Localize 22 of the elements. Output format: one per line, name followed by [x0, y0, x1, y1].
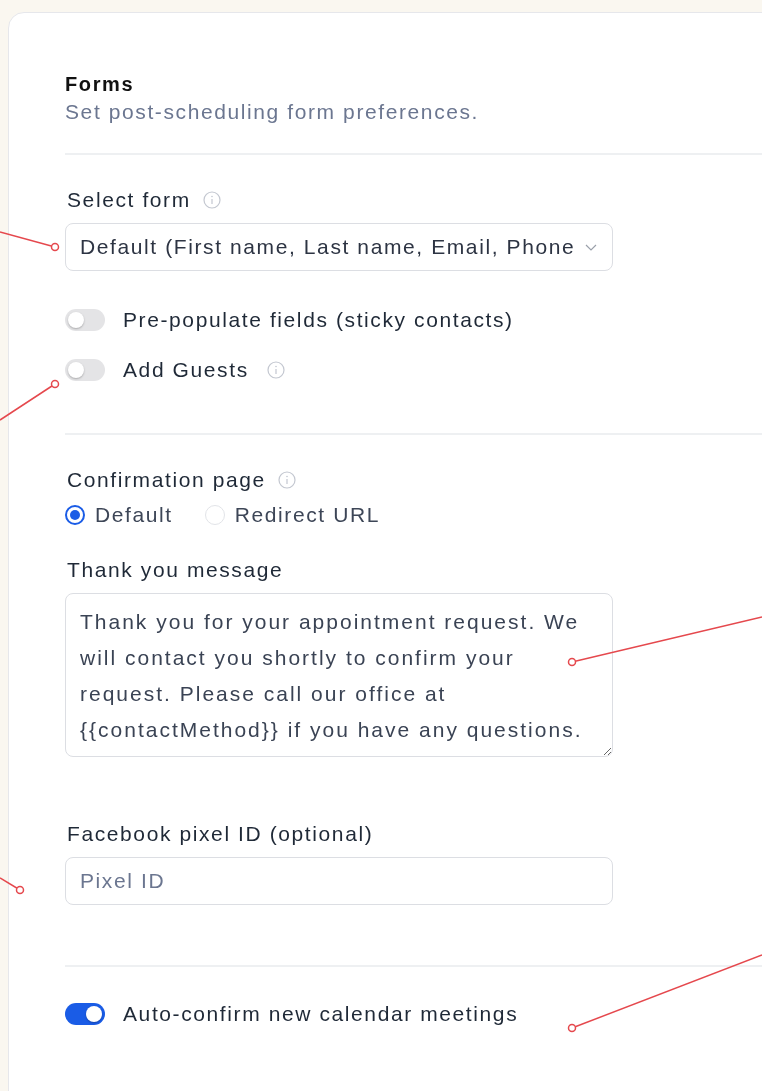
- message-field[interactable]: Thank you for your appointment request. We will contact you shortly to confirm your request. Please call our office at {{contactMethod}} if you have any questions.: [65, 593, 613, 757]
- field-label: Confirmation page: [67, 467, 266, 493]
- field-label: Thank you message: [67, 557, 284, 583]
- form-select[interactable]: Default (First name, Last name, Email, Phone: [65, 223, 613, 271]
- field-label: Facebook pixel ID (optional): [67, 821, 374, 847]
- info-icon: [202, 191, 221, 209]
- toggle-switch[interactable]: [65, 1003, 105, 1025]
- pixel-id-field[interactable]: Pixel ID: [65, 857, 613, 905]
- toggle-label: Add Guests: [123, 358, 249, 382]
- toggle-label: Auto-confirm new calendar meetings: [123, 1002, 519, 1026]
- field-label: Select form: [67, 187, 191, 213]
- radio-label: Default: [95, 503, 173, 527]
- toggle-switch[interactable]: [65, 359, 105, 381]
- info-icon: [277, 471, 296, 489]
- section-subtitle: Set post-scheduling form preferences.: [65, 99, 481, 125]
- toggle-switch[interactable]: [65, 309, 105, 331]
- chevron-icon: [584, 242, 598, 252]
- toggle-label: Pre-populate fields (sticky contacts): [123, 308, 514, 332]
- section-title: Forms: [65, 72, 136, 97]
- radio-label: Redirect URL: [234, 503, 380, 527]
- info-icon: [266, 361, 285, 379]
- radio-button[interactable]: [65, 505, 85, 525]
